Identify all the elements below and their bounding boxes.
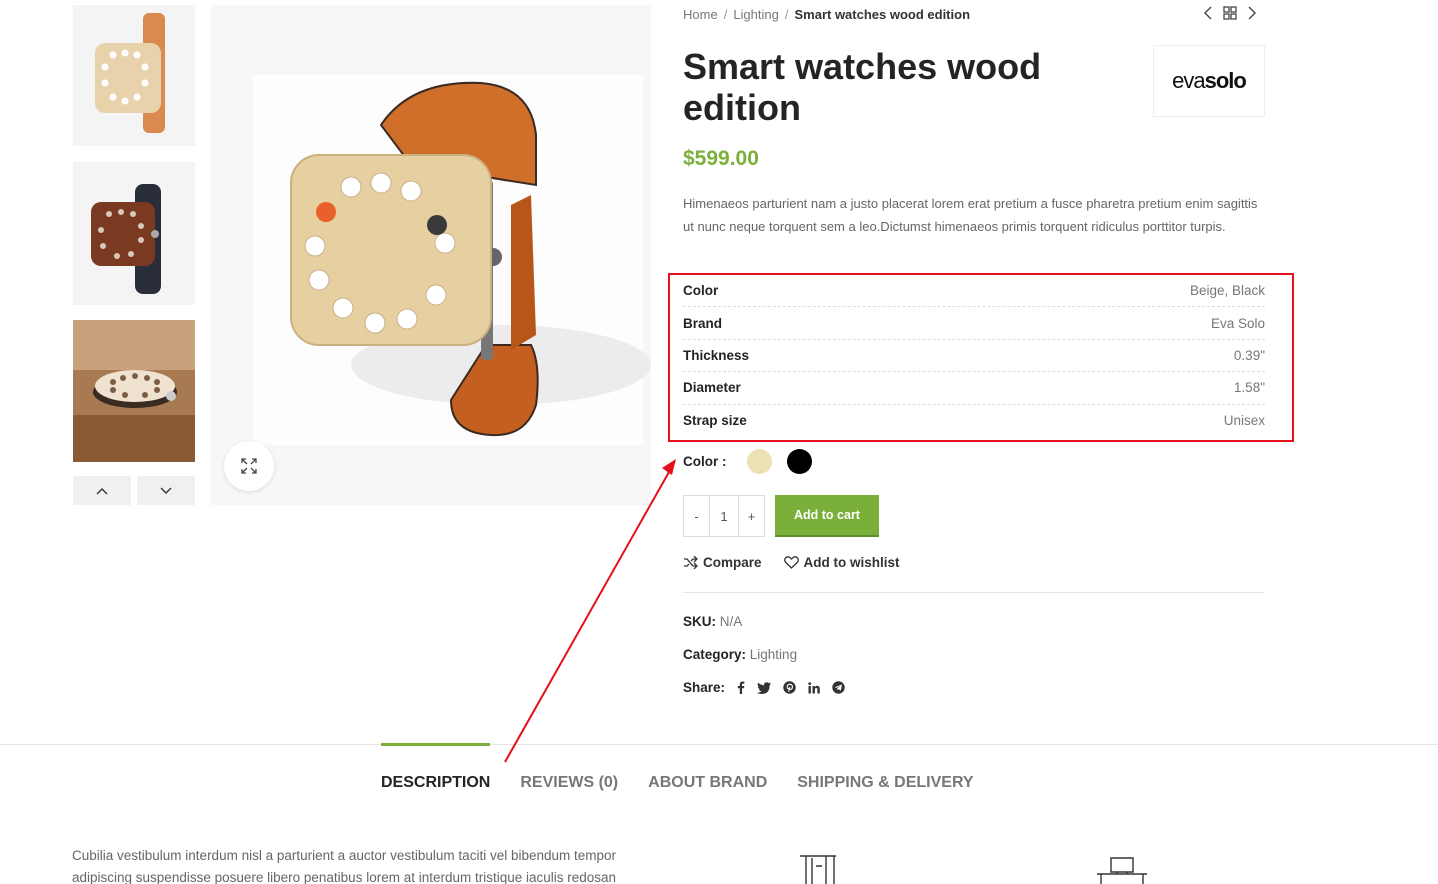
wishlist-label: Add to wishlist: [803, 555, 900, 570]
attribute-row: Thickness 0.39": [683, 340, 1265, 373]
brand-logo-text: evasolo: [1172, 68, 1247, 94]
wood-table-watch-image: [73, 320, 195, 462]
swatch-black[interactable]: [786, 449, 812, 474]
color-swatches: Color :: [683, 449, 827, 474]
attribute-row: Brand Eva Solo: [683, 307, 1265, 340]
brand-logo-light: eva: [1172, 68, 1205, 93]
share-label: Share:: [683, 680, 726, 695]
chevron-left-icon[interactable]: [1203, 6, 1213, 20]
product-actions: Compare Add to wishlist: [683, 555, 922, 570]
attribute-value: 0.39": [1233, 347, 1265, 363]
attribute-value: Eva Solo: [1210, 315, 1265, 331]
share-links: Share:: [683, 680, 857, 695]
attribute-value: Beige, Black: [1189, 283, 1265, 299]
attributes-table: Color Beige, Black Brand Eva Solo Thicknes…: [683, 275, 1265, 437]
attribute-name: Thickness: [683, 347, 750, 363]
product-price: $599.00: [683, 147, 759, 170]
grid-icon[interactable]: [1223, 6, 1237, 20]
tab-about-brand[interactable]: About brand: [648, 744, 767, 792]
attribute-name: Color: [683, 283, 719, 299]
watch-illustration: [253, 75, 651, 445]
breadcrumb-separator: /: [784, 7, 789, 22]
breadcrumb: Home / Lighting / Smart watches wood edition: [683, 7, 970, 22]
attribute-row: Strap size Unisex: [683, 405, 1265, 437]
tab-shipping-delivery[interactable]: Shipping & Delivery: [797, 744, 973, 792]
arrow-head-icon: [662, 459, 676, 475]
breadcrumb-separator: /: [723, 7, 728, 22]
qty-minus-button[interactable]: -: [684, 496, 709, 536]
dark-watch-image: [91, 184, 161, 294]
chevron-up-icon: [96, 487, 108, 494]
breadcrumb-current: Smart watches wood edition: [794, 7, 971, 22]
thumbnail-dark-watch[interactable]: [73, 162, 195, 305]
zoom-button[interactable]: [224, 441, 274, 491]
divider: [683, 592, 1265, 593]
qty-plus-button[interactable]: +: [739, 496, 764, 536]
sku-meta: SKU: N/A: [683, 614, 742, 629]
swatch-beige[interactable]: [746, 449, 772, 474]
attribute-name: Diameter: [683, 380, 741, 396]
pinterest-icon[interactable]: [783, 681, 796, 694]
brand-logo[interactable]: evasolo: [1153, 45, 1265, 117]
thumbnail-prev-button[interactable]: [73, 476, 131, 505]
beige-watch-image: [95, 13, 165, 133]
wardrobe-icon: [800, 855, 836, 884]
tab-description[interactable]: Description: [381, 743, 491, 792]
attribute-name: Brand: [683, 315, 723, 331]
expand-icon: [241, 458, 257, 474]
thumbnail-wood-table-watch[interactable]: [73, 320, 195, 462]
tab-reviews[interactable]: Reviews (0): [520, 744, 618, 792]
sku-value: N/A: [719, 614, 743, 629]
desk-icon: [1097, 857, 1147, 884]
short-description: Himenaeos parturient nam a justo placera…: [683, 196, 1258, 234]
shuffle-icon: [684, 556, 698, 569]
brand-logo-bold: solo: [1204, 68, 1247, 93]
swatch-label: Color :: [683, 454, 727, 469]
chevron-down-icon: [160, 487, 172, 494]
add-to-wishlist-button[interactable]: Add to wishlist: [783, 555, 900, 570]
thumbnail-beige-watch[interactable]: [73, 5, 195, 146]
breadcrumb-category[interactable]: Lighting: [733, 7, 779, 22]
sku-label: SKU:: [683, 614, 716, 629]
category-link[interactable]: Lighting: [750, 647, 797, 662]
twitter-icon[interactable]: [757, 681, 772, 694]
thumbnail-nav: [73, 476, 195, 505]
thumbnail-gallery: [73, 5, 195, 478]
main-product-image[interactable]: [211, 5, 651, 505]
breadcrumb-home[interactable]: Home: [683, 7, 718, 22]
facebook-icon[interactable]: [737, 681, 745, 694]
compare-button[interactable]: Compare: [683, 555, 762, 570]
product-tabs: Description Reviews (0) About brand Ship…: [381, 743, 1004, 792]
category-meta: Category: Lighting: [683, 647, 797, 662]
description-tab-text: Cubilia vestibulum interdum nisl a partu…: [72, 848, 617, 884]
attribute-value: 1.58": [1233, 380, 1265, 396]
attribute-row: Diameter 1.58": [683, 372, 1265, 405]
attribute-row: Color Beige, Black: [683, 275, 1265, 308]
product-navigation: [1203, 6, 1257, 20]
qty-input[interactable]: 1: [709, 496, 739, 536]
heart-icon: [783, 556, 799, 569]
thumbnail-next-button[interactable]: [137, 476, 195, 505]
add-to-cart-button[interactable]: Add to cart: [775, 495, 879, 537]
linkedin-icon[interactable]: [808, 681, 820, 694]
product-title: Smart watches wood edition: [683, 46, 1042, 128]
add-to-cart-form: - 1 + Add to cart: [683, 495, 879, 537]
compare-label: Compare: [703, 555, 762, 570]
attribute-value: Unisex: [1223, 413, 1265, 429]
quantity-stepper: - 1 +: [683, 495, 765, 537]
telegram-icon[interactable]: [832, 681, 845, 694]
attribute-name: Strap size: [683, 413, 747, 429]
category-label: Category:: [683, 647, 747, 662]
chevron-right-icon[interactable]: [1247, 6, 1257, 20]
